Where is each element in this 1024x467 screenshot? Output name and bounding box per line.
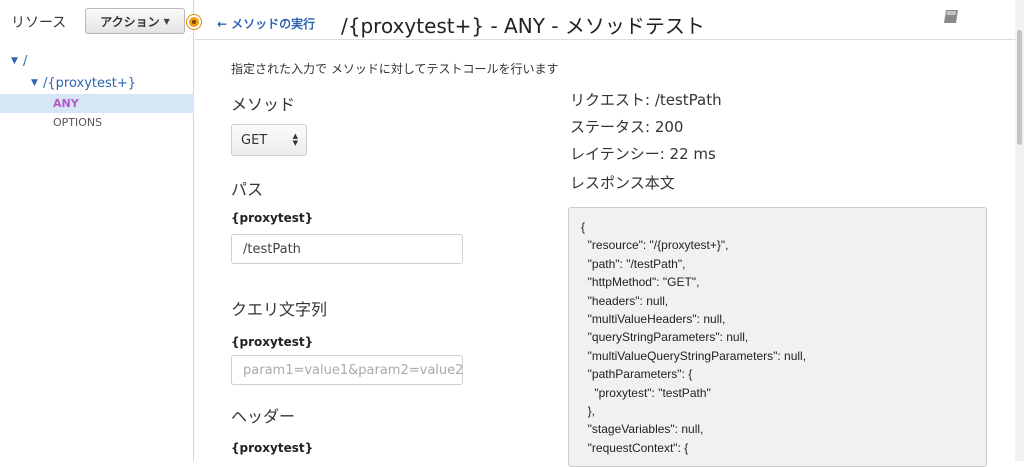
method-select-value: GET xyxy=(241,132,268,148)
page-header: ← メソッドの実行 /{proxytest+} - ANY - メソッドテスト xyxy=(195,0,1015,40)
response-body-box[interactable]: { "resource": "/{proxytest+}", "path": "… xyxy=(568,207,987,467)
tree-item-method-any[interactable]: ANY xyxy=(0,94,194,113)
test-description: 指定された入力で メソッドに対してテストコールを行います xyxy=(231,62,559,76)
back-to-method-execution-link[interactable]: ← メソッドの実行 xyxy=(217,15,315,32)
page-scrollbar[interactable] xyxy=(1015,0,1024,461)
expand-triangle-icon: ▼ xyxy=(31,78,38,88)
method-options-label: OPTIONS xyxy=(53,116,103,129)
query-string-input[interactable] xyxy=(231,355,463,385)
tree-item-root[interactable]: ▼ / xyxy=(0,50,194,72)
page-title: /{proxytest+} - ANY - メソッドテスト xyxy=(341,14,705,38)
resources-header: リソース アクション ▼ xyxy=(0,0,194,43)
query-section-label: クエリ文字列 xyxy=(231,300,328,319)
method-any-label: ANY xyxy=(53,97,79,110)
tree-item-proxy-resource[interactable]: ▼ /{proxytest+} xyxy=(0,72,194,94)
headers-section-label: ヘッダー xyxy=(231,407,296,426)
response-request: リクエスト: /testPath xyxy=(570,91,722,109)
path-param-label: {proxytest} xyxy=(231,211,314,225)
resources-title: リソース xyxy=(11,15,67,31)
tree-item-method-options[interactable]: OPTIONS xyxy=(0,113,194,132)
test-method-content: 指定された入力で メソッドに対してテストコールを行います メソッド GET ▲ ▼… xyxy=(195,41,1015,467)
resource-tree: ▼ / ▼ /{proxytest+} ANY OPTIONS xyxy=(0,50,194,132)
method-section-label: メソッド xyxy=(231,95,296,114)
method-select[interactable]: GET ▲ ▼ xyxy=(231,124,307,156)
actions-button-label: アクション xyxy=(100,14,160,29)
tree-item-root-label: / xyxy=(23,53,28,69)
expand-triangle-icon: ▼ xyxy=(11,56,18,66)
tree-item-proxy-label: /{proxytest+} xyxy=(43,75,137,91)
collapse-panel-handle-icon[interactable] xyxy=(187,15,201,29)
actions-button[interactable]: アクション ▼ xyxy=(85,8,185,34)
response-body-label: レスポンス本文 xyxy=(570,174,675,192)
select-updown-icon: ▲ ▼ xyxy=(292,132,298,147)
response-status: ステータス: 200 xyxy=(570,118,684,136)
book-icon[interactable] xyxy=(942,9,960,24)
response-body-text: { "resource": "/{proxytest+}", "path": "… xyxy=(581,220,807,455)
scrollbar-thumb[interactable] xyxy=(1017,30,1022,145)
response-latency: レイテンシー: 22 ms xyxy=(570,145,716,163)
path-section-label: パス xyxy=(231,180,264,199)
header-param-label: {proxytest} xyxy=(231,441,314,455)
query-param-label: {proxytest} xyxy=(231,335,314,349)
resources-panel: リソース アクション ▼ ▼ / ▼ /{proxytest+} ANY OPT… xyxy=(0,0,194,461)
arrow-left-icon: ← xyxy=(217,16,228,31)
path-param-input[interactable] xyxy=(231,234,463,264)
caret-down-icon: ▼ xyxy=(163,16,170,26)
back-link-label: メソッドの実行 xyxy=(231,17,316,31)
